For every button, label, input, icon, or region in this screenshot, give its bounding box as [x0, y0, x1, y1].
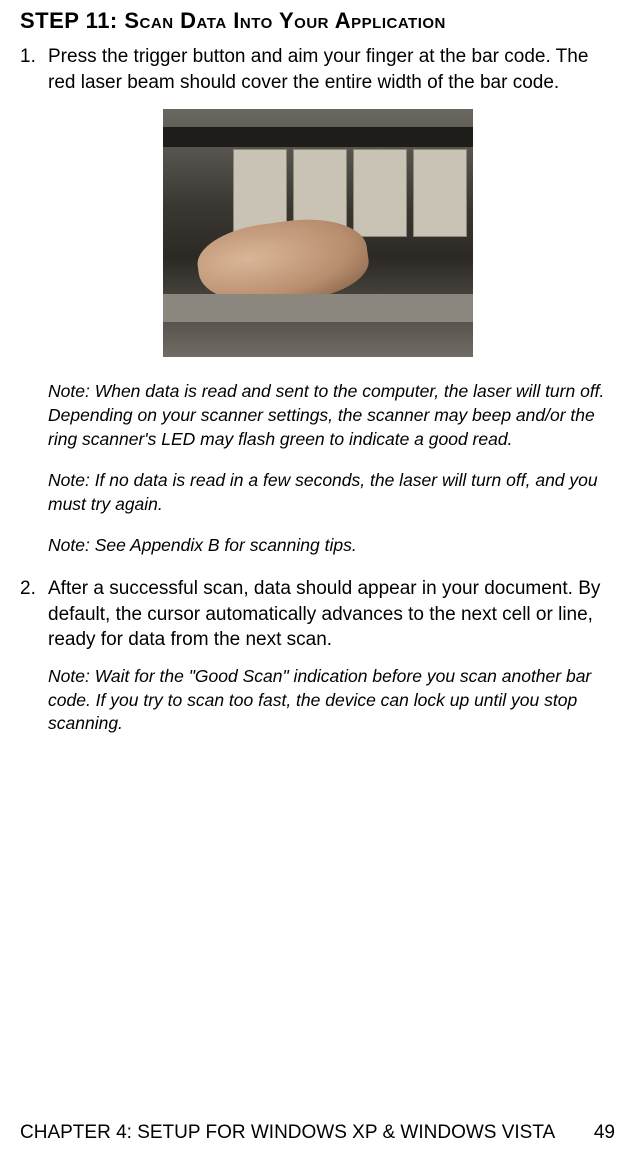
footer-page: 49 — [594, 1122, 615, 1144]
note-1: Note: When data is read and sent to the … — [20, 380, 615, 451]
list-text-1: Press the trigger button and aim your fi… — [48, 44, 615, 95]
list-number-1: 1. — [20, 44, 48, 95]
list-item-2: 2. After a successful scan, data should … — [20, 576, 615, 653]
footer-chapter: CHAPTER 4: SETUP FOR WINDOWS XP & WINDOW… — [20, 1122, 555, 1144]
note-4: Note: Wait for the "Good Scan" indicatio… — [20, 665, 615, 736]
list-item-1: 1. Press the trigger button and aim your… — [20, 44, 615, 95]
page-footer: CHAPTER 4: SETUP FOR WINDOWS XP & WINDOW… — [20, 1122, 615, 1144]
list-text-2: After a successful scan, data should app… — [48, 576, 615, 653]
step-heading: STEP 11: Scan Data Into Your Application — [20, 8, 615, 34]
heading-rest: Scan Data Into Your Application — [124, 8, 446, 33]
scanner-image — [163, 109, 473, 357]
figure-scanner — [20, 109, 615, 362]
note-3: Note: See Appendix B for scanning tips. — [20, 534, 615, 558]
list-number-2: 2. — [20, 576, 48, 653]
heading-prefix: STEP 11: — [20, 8, 124, 33]
note-2: Note: If no data is read in a few second… — [20, 469, 615, 516]
